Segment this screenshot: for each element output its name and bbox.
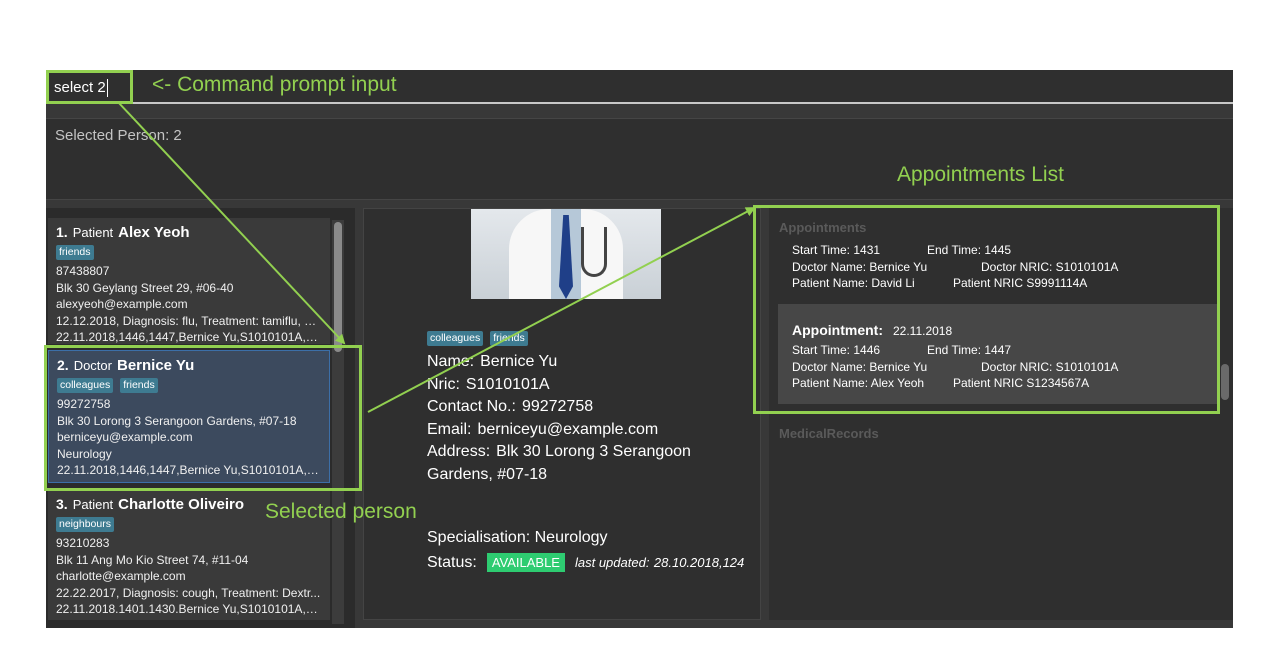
annotation-arrows <box>117 101 756 413</box>
arrow-to-appointments <box>367 207 756 413</box>
arrow-to-selected-person <box>117 101 346 345</box>
